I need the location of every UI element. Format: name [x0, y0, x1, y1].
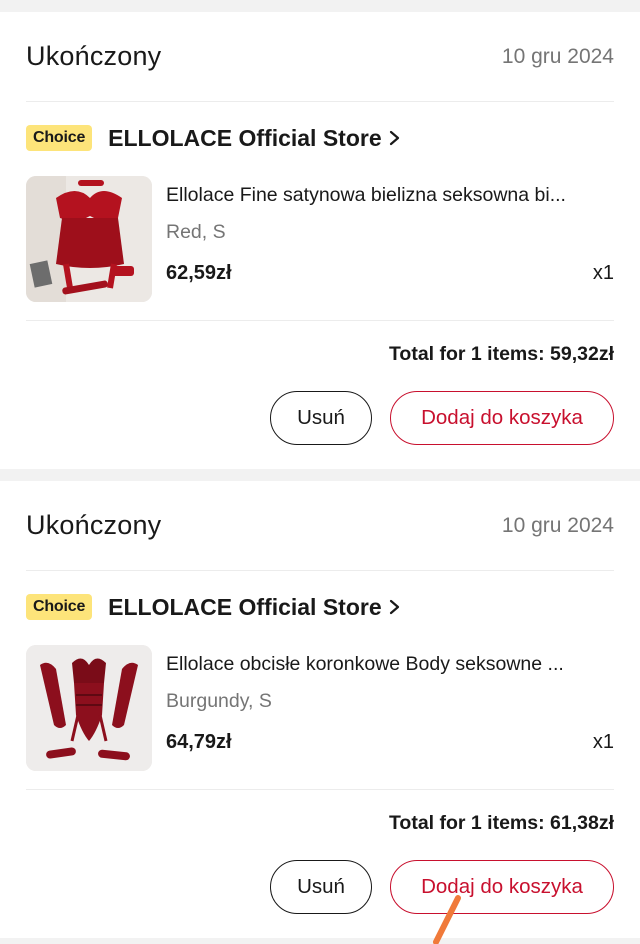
product-thumbnail[interactable] [26, 645, 152, 771]
item-price-row: 64,79zł x1 [166, 731, 614, 754]
order-header: Ukończony 10 gru 2024 [26, 12, 614, 102]
store-name[interactable]: ELLOLACE Official Store [108, 125, 381, 152]
tap-pointer-icon [433, 895, 461, 944]
product-image-burgundy-bodysuit [26, 645, 152, 771]
store-name[interactable]: ELLOLACE Official Store [108, 594, 381, 621]
order-status: Ukończony [26, 510, 162, 540]
remove-button[interactable]: Usuń [270, 860, 372, 914]
order-header: Ukończony 10 gru 2024 [26, 481, 614, 571]
item-quantity: x1 [592, 262, 614, 284]
item-price: 62,59zł [166, 262, 232, 284]
chevron-right-icon [389, 599, 399, 615]
item-info: Ellolace obcisłe koronkowe Body seksowne… [166, 645, 614, 754]
order-total-row: Total for 1 items: 59,32zł [26, 321, 614, 385]
choice-badge: Choice [26, 125, 93, 151]
item-title[interactable]: Ellolace obcisłe koronkowe Body seksowne… [166, 653, 614, 676]
order-card: Ukończony 10 gru 2024 Choice ELLOLACE Of… [0, 481, 640, 938]
order-item[interactable]: Ellolace Fine satynowa bielizna seksowna… [26, 174, 614, 321]
choice-badge: Choice [26, 594, 93, 620]
product-thumbnail[interactable] [26, 176, 152, 302]
item-price: 64,79zł [166, 731, 232, 753]
order-total-row: Total for 1 items: 61,38zł [26, 790, 614, 854]
item-info: Ellolace Fine satynowa bielizna seksowna… [166, 176, 614, 285]
order-actions: Usuń Dodaj do koszyka [26, 385, 614, 469]
add-to-cart-button[interactable]: Dodaj do koszyka [390, 391, 614, 445]
item-variant: Red, S [166, 221, 226, 243]
item-variant: Burgundy, S [166, 690, 272, 712]
order-list-page: Ukończony 10 gru 2024 Choice ELLOLACE Of… [0, 0, 640, 944]
order-date: 10 gru 2024 [501, 513, 614, 537]
top-spacer [0, 0, 640, 12]
order-actions: Usuń Dodaj do koszyka [26, 854, 614, 938]
order-item[interactable]: Ellolace obcisłe koronkowe Body seksowne… [26, 643, 614, 790]
order-date: 10 gru 2024 [501, 44, 614, 68]
remove-button[interactable]: Usuń [270, 391, 372, 445]
item-quantity: x1 [592, 731, 614, 753]
store-link[interactable]: Choice ELLOLACE Official Store [26, 571, 614, 643]
item-price-row: 62,59zł x1 [166, 262, 614, 285]
chevron-right-icon [389, 130, 399, 146]
item-title[interactable]: Ellolace Fine satynowa bielizna seksowna… [166, 184, 614, 207]
order-total: Total for 1 items: 59,32zł [388, 343, 614, 365]
product-image-red-lingerie [26, 176, 152, 302]
store-link[interactable]: Choice ELLOLACE Official Store [26, 102, 614, 174]
order-card: Ukończony 10 gru 2024 Choice ELLOLACE Of… [0, 12, 640, 469]
order-status: Ukończony [26, 41, 162, 71]
order-total: Total for 1 items: 61,38zł [388, 812, 614, 834]
